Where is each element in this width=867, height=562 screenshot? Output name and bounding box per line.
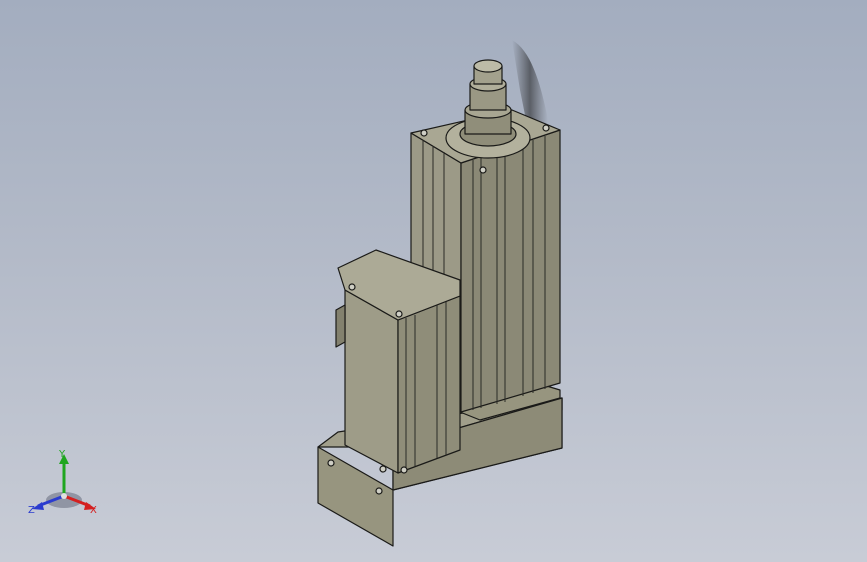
motor-side-face: [397, 295, 461, 474]
view-triad: Y Z X: [24, 448, 104, 520]
base-bolt-3: [379, 465, 387, 473]
triad-z-label: Z: [28, 505, 35, 516]
motor-housing[interactable]: [335, 249, 461, 474]
base-bolt-1: [327, 459, 335, 467]
motor-side-tab: [335, 304, 346, 348]
motor-front-face: [344, 289, 399, 474]
triad-y-label: Y: [59, 449, 66, 460]
base-bolt-2: [375, 487, 383, 495]
actuator-model[interactable]: [0, 0, 867, 562]
triad-x-label: X: [90, 505, 97, 516]
piston-rod[interactable]: [464, 59, 512, 135]
graphics-viewport[interactable]: Y Z X: [0, 0, 867, 562]
rod-end-cap: [473, 59, 503, 73]
